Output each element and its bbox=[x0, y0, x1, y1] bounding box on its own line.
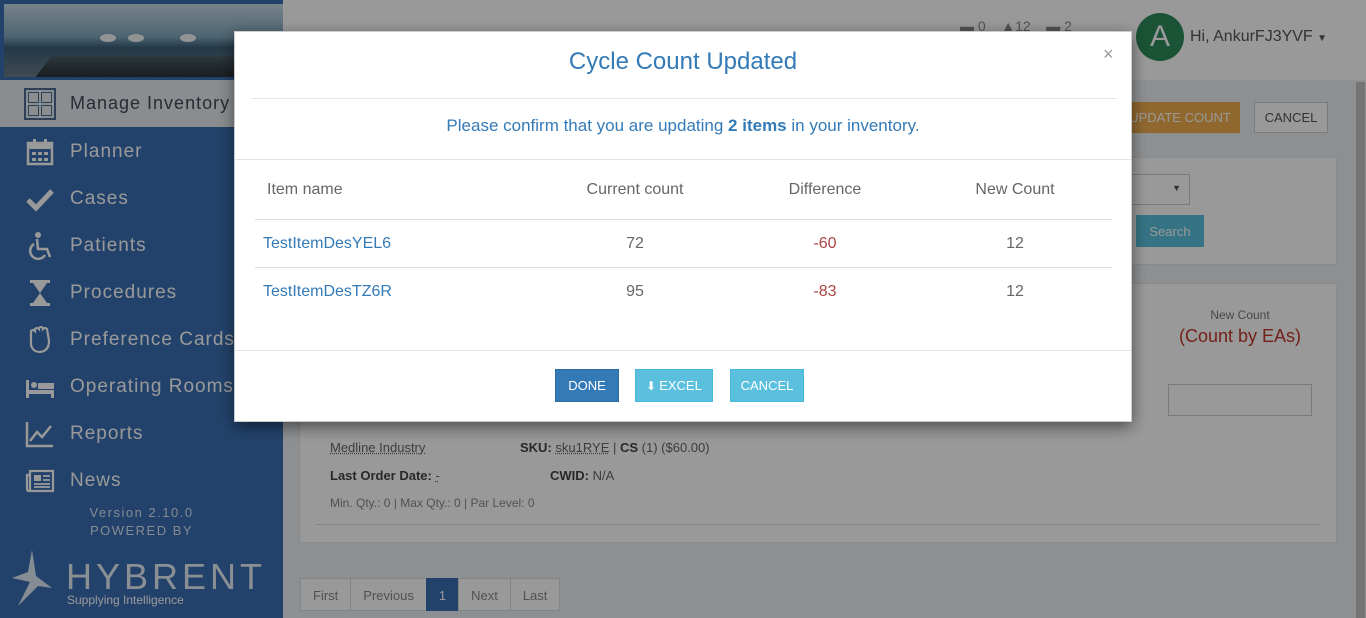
excel-label: EXCEL bbox=[659, 378, 702, 393]
table-header: Item name Current count Difference New C… bbox=[255, 160, 1112, 220]
item-name-link[interactable]: TestItemDesTZ6R bbox=[255, 283, 540, 301]
excel-button[interactable]: ⬇ EXCEL bbox=[635, 369, 713, 402]
modal-title: Cycle Count Updated bbox=[568, 48, 798, 75]
cycle-count-modal: Cycle Count Updated × Please confirm tha… bbox=[234, 31, 1132, 422]
table-row: TestItemDesYEL6 72 -60 12 bbox=[255, 220, 1112, 268]
current-count-cell: 72 bbox=[626, 234, 644, 252]
confirm-text-after: in your inventory. bbox=[791, 116, 920, 135]
difference-cell: -83 bbox=[813, 283, 837, 300]
difference-cell: -60 bbox=[813, 234, 837, 252]
table-row: TestItemDesTZ6R 95 -83 12 bbox=[255, 268, 1112, 316]
divider bbox=[251, 98, 1117, 99]
close-icon[interactable]: × bbox=[1103, 44, 1114, 65]
item-name-link[interactable]: TestItemDesYEL6 bbox=[255, 235, 540, 253]
divider bbox=[235, 350, 1131, 351]
col-new-count: New Count bbox=[975, 180, 1055, 198]
col-difference: Difference bbox=[788, 180, 862, 198]
modal-footer: DONE ⬇ EXCEL CANCEL bbox=[555, 369, 804, 402]
confirm-item-count: 2 items bbox=[728, 116, 787, 135]
download-icon: ⬇ bbox=[646, 378, 657, 393]
confirm-message: Please confirm that you are updating 2 i… bbox=[235, 116, 1131, 136]
items-table: Item name Current count Difference New C… bbox=[255, 160, 1112, 316]
confirm-text-before: Please confirm that you are updating bbox=[446, 116, 724, 135]
current-count-cell: 95 bbox=[626, 283, 644, 300]
col-item-name: Item name bbox=[267, 180, 343, 198]
new-count-cell: 12 bbox=[1006, 283, 1024, 300]
col-current-count: Current count bbox=[586, 180, 684, 198]
new-count-cell: 12 bbox=[1006, 234, 1024, 252]
done-button[interactable]: DONE bbox=[555, 369, 619, 402]
cancel-button[interactable]: CANCEL bbox=[730, 369, 804, 402]
